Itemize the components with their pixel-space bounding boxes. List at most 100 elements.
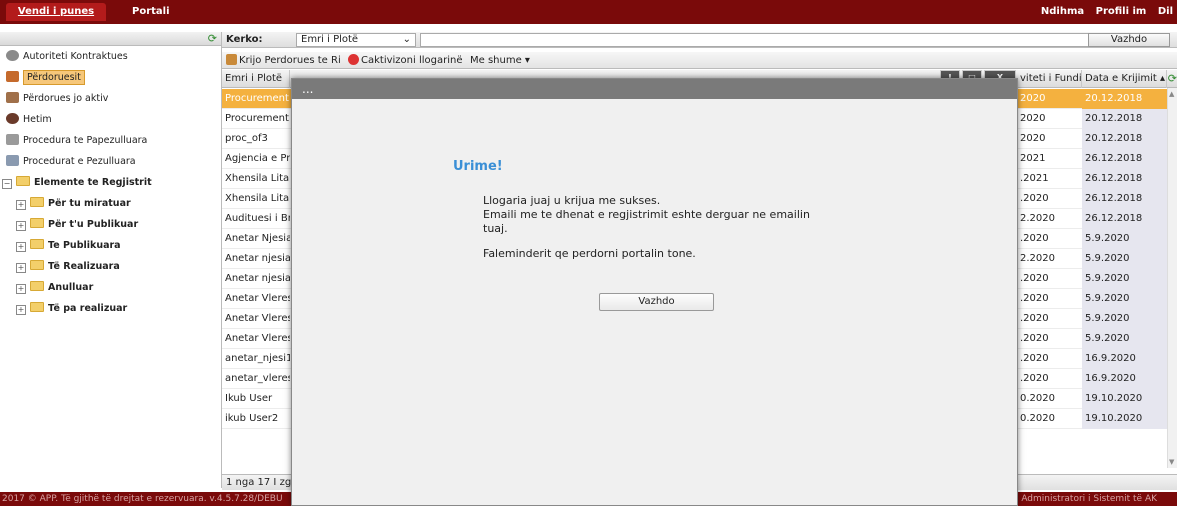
expand-icon[interactable]: +: [16, 263, 26, 273]
sidebar-item-perdoruesit[interactable]: Përdoruesit: [0, 67, 221, 88]
search-label: Kerko:: [226, 34, 263, 45]
cell-created: 16.9.2020: [1082, 369, 1167, 389]
sidebar-folder[interactable]: + Të pa realizuar: [0, 298, 221, 319]
sidebar-item-hetim[interactable]: Hetim: [0, 109, 221, 130]
tab-vendi-i-punes[interactable]: Vendi i punes: [6, 3, 106, 21]
profile-link[interactable]: Profili im: [1096, 6, 1147, 17]
folder-icon: [30, 302, 44, 312]
cell-name: Xhensila Lita: [225, 193, 290, 204]
cell-last-activity: .2020: [1020, 193, 1049, 204]
cell-last-activity: 0.2020: [1020, 393, 1055, 404]
expand-icon[interactable]: +: [16, 242, 26, 252]
search-go-button[interactable]: Vazhdo: [1088, 33, 1170, 47]
dialog-heading: Urime!: [453, 159, 503, 174]
cell-last-activity: .2021: [1020, 173, 1049, 184]
cell-created: 20.12.2018: [1082, 89, 1167, 109]
continue-button[interactable]: Vazhdo: [599, 293, 714, 311]
sidebar-folder[interactable]: + Anulluar: [0, 277, 221, 298]
cell-name: Anetar Vleresir: [225, 293, 290, 304]
grid-scrollbar[interactable]: ▲ ▼: [1167, 88, 1177, 468]
column-header-created[interactable]: Data e Krijimit ▴: [1082, 70, 1167, 88]
cell-last-activity: .2020: [1020, 233, 1049, 244]
deactivate-account-button[interactable]: Caktivizoni llogarinë: [348, 54, 463, 67]
cell-created: 5.9.2020: [1082, 229, 1167, 249]
scroll-down-icon[interactable]: ▼: [1169, 458, 1174, 466]
search-field-select[interactable]: Emri i Plotë ⌄: [296, 33, 416, 47]
users-inactive-icon: [6, 92, 19, 103]
left-panel: ⟳ Autoriteti Kontraktues Përdoruesit Për…: [0, 32, 222, 488]
sidebar-folder[interactable]: + Të Realizuara: [0, 256, 221, 277]
refresh-icon[interactable]: ⟳: [1168, 72, 1177, 85]
more-menu-button[interactable]: Me shume ▾: [470, 54, 530, 67]
dialog-message: Llogaria juaj u krijua me sukses. Emaili…: [483, 194, 810, 235]
left-panel-header: ⟳: [0, 32, 221, 46]
cell-last-activity: 2020: [1020, 133, 1046, 144]
cell-last-activity: .2020: [1020, 273, 1049, 284]
folder-icon: [16, 176, 30, 186]
tab-portali[interactable]: Portali: [132, 3, 170, 21]
cell-name: Xhensila Lita: [225, 173, 290, 184]
calendar-icon: [6, 134, 19, 145]
sidebar-item-autoriteti[interactable]: Autoriteti Kontraktues: [0, 46, 221, 67]
cell-created: 26.12.2018: [1082, 189, 1167, 209]
folder-icon: [30, 281, 44, 291]
collapse-icon[interactable]: −: [2, 179, 12, 189]
cell-last-activity: .2020: [1020, 313, 1049, 324]
cell-name: Anetar njesia2: [225, 253, 290, 264]
sidebar-group-elemente[interactable]: − Elemente te Regjistrit: [0, 172, 221, 193]
sidebar-item-procedura-papezulluara[interactable]: Procedura te Papezulluara: [0, 130, 221, 151]
search-input[interactable]: [420, 33, 1110, 47]
scroll-up-icon[interactable]: ▲: [1169, 90, 1174, 98]
top-bar: Vendi i punes Portali Ndihma Profili im …: [0, 0, 1177, 24]
column-header-name[interactable]: Emri i Plotë: [222, 70, 290, 88]
success-dialog: ... Urime! Llogaria juaj u krijua me suk…: [291, 78, 1018, 506]
grid-toolbar: Krijo Perdorues te Ri Caktivizoni llogar…: [222, 52, 1177, 69]
copyright-text: 2017 © APP. Të gjithë të drejtat e rezer…: [2, 494, 283, 504]
cell-name: ikub User2: [225, 413, 279, 424]
dialog-body: Urime! Llogaria juaj u krijua me sukses.…: [292, 99, 1017, 505]
deactivate-icon: [348, 54, 359, 65]
help-link[interactable]: Ndihma: [1041, 6, 1084, 17]
sidebar-folder[interactable]: + Te Publikuara: [0, 235, 221, 256]
expand-icon[interactable]: +: [16, 200, 26, 210]
sidebar-folder[interactable]: + Për tu miratuar: [0, 193, 221, 214]
cell-name: Anetar Vleresir: [225, 313, 290, 324]
cell-created: 16.9.2020: [1082, 349, 1167, 369]
expand-icon[interactable]: +: [16, 284, 26, 294]
cell-created: 5.9.2020: [1082, 309, 1167, 329]
suspended-icon: [6, 155, 19, 166]
cell-last-activity: .2020: [1020, 333, 1049, 344]
create-user-button[interactable]: Krijo Perdorues te Ri: [226, 54, 341, 67]
cell-created: 20.12.2018: [1082, 109, 1167, 129]
cell-last-activity: 2.2020: [1020, 253, 1055, 264]
users-icon: [6, 71, 19, 82]
refresh-icon[interactable]: ⟳: [208, 32, 217, 45]
cell-created: 5.9.2020: [1082, 269, 1167, 289]
cell-created: 19.10.2020: [1082, 389, 1167, 409]
cell-created: 19.10.2020: [1082, 409, 1167, 429]
gear-icon: [6, 50, 19, 61]
add-user-icon: [226, 54, 237, 65]
cell-created: 5.9.2020: [1082, 249, 1167, 269]
cell-name: anetar_njesi1: [225, 353, 290, 364]
sidebar-item-perdorues-jo-aktiv[interactable]: Përdorues jo aktiv: [0, 88, 221, 109]
cell-name: Procurement O: [225, 113, 290, 124]
expand-icon[interactable]: +: [16, 305, 26, 315]
sidebar-folder[interactable]: + Për t'u Publikuar: [0, 214, 221, 235]
cell-last-activity: 2021: [1020, 153, 1046, 164]
cell-created: 5.9.2020: [1082, 329, 1167, 349]
cell-created: 26.12.2018: [1082, 209, 1167, 229]
sidebar-item-procedurat-pezulluara[interactable]: Procedurat e Pezulluara: [0, 151, 221, 172]
cell-last-activity: .2020: [1020, 353, 1049, 364]
cell-created: 20.12.2018: [1082, 129, 1167, 149]
cell-name: anetar_vleresi: [225, 373, 290, 384]
cell-name: Procurement O: [225, 93, 290, 104]
cell-created: 5.9.2020: [1082, 289, 1167, 309]
logout-link[interactable]: Dil: [1158, 6, 1173, 17]
user-role-text: Administratori i Sistemit të AK: [1021, 494, 1157, 504]
column-header-last-activity[interactable]: viteti i Fundit: [1017, 70, 1082, 88]
dialog-titlebar: ...: [292, 79, 1017, 99]
expand-icon[interactable]: +: [16, 221, 26, 231]
cell-last-activity: 2.2020: [1020, 213, 1055, 224]
folder-icon: [30, 239, 44, 249]
